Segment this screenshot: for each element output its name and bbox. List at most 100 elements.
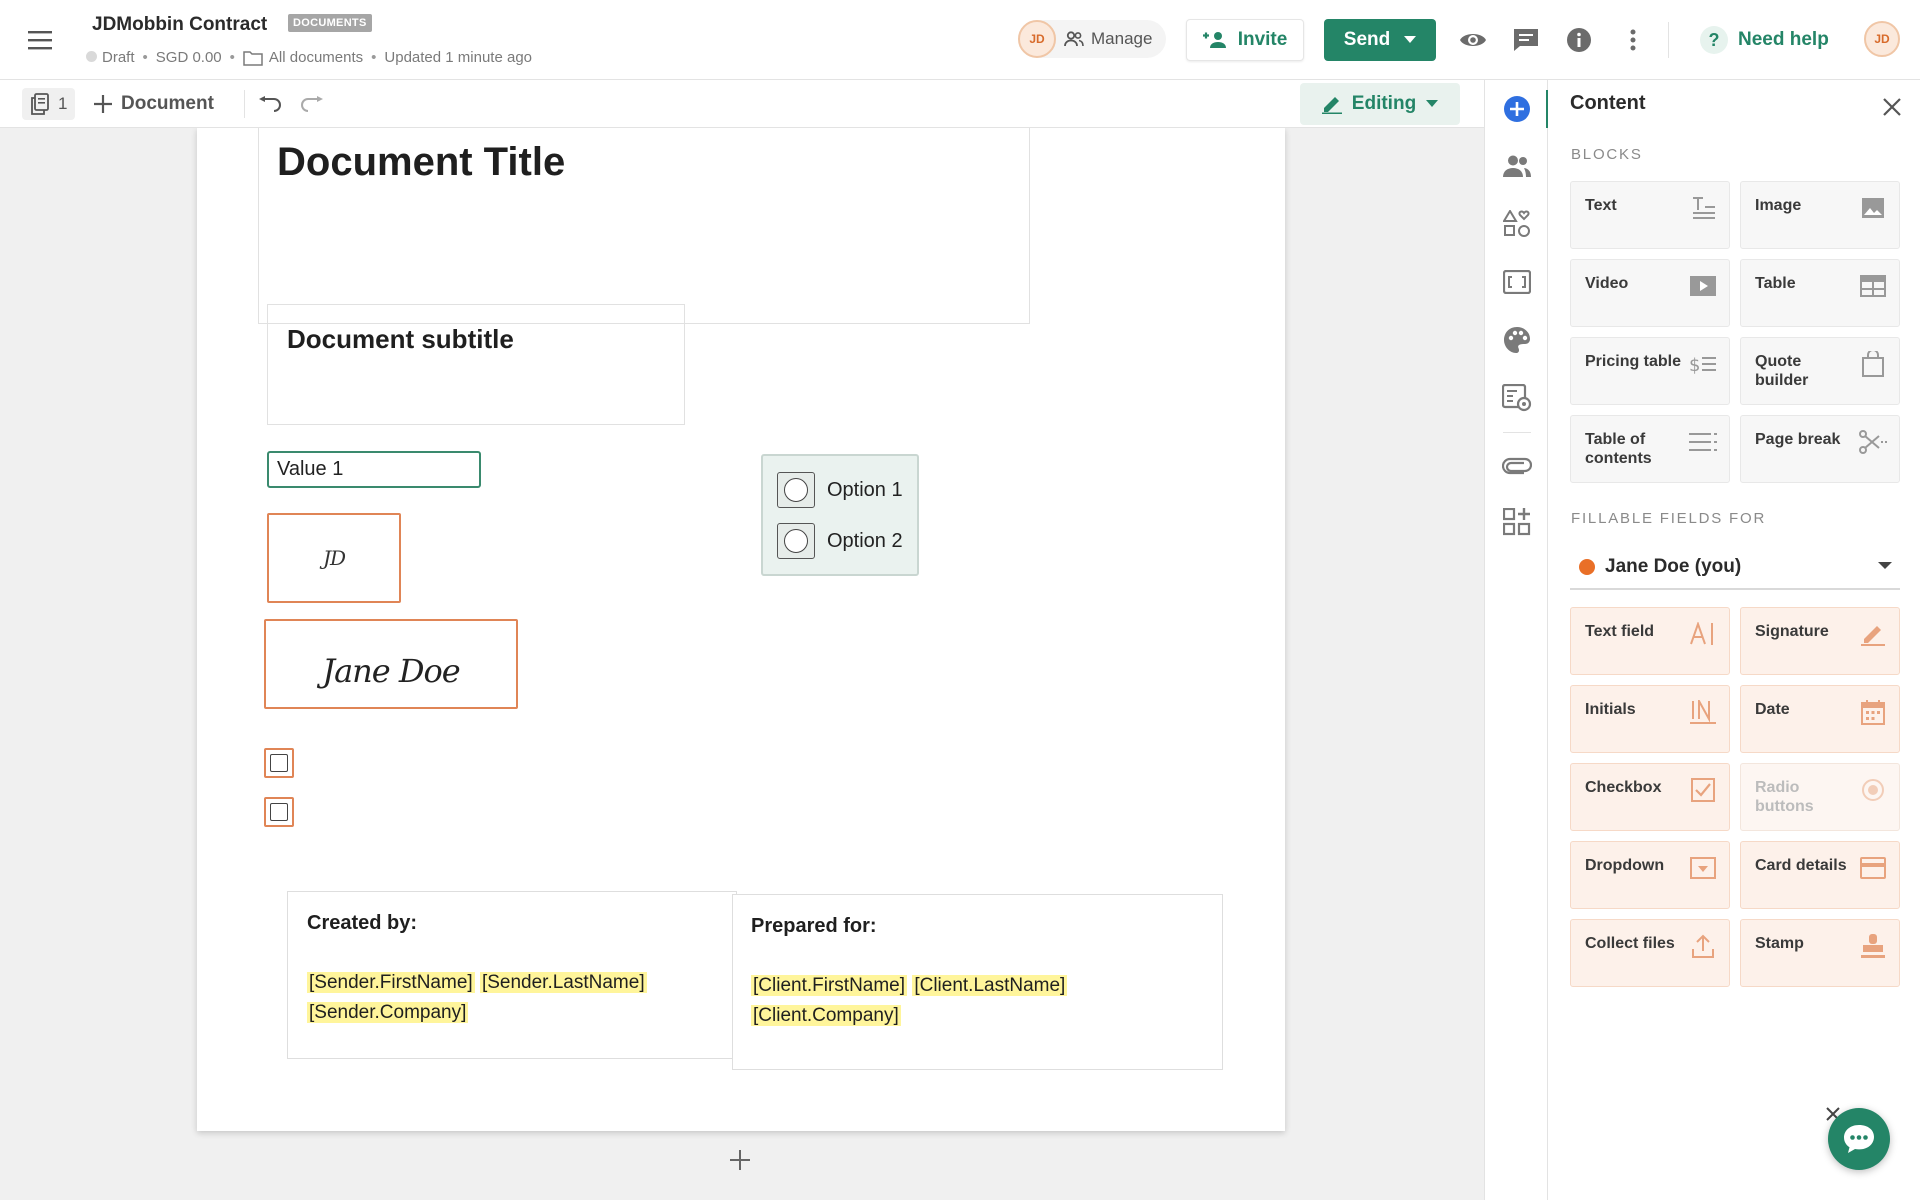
collect-files-icon: [1689, 932, 1717, 960]
block-text[interactable]: Text: [1570, 181, 1730, 249]
people-icon: [1064, 31, 1084, 47]
updated-time: Updated 1 minute ago: [384, 49, 533, 66]
radio-option-label: Option 1: [827, 478, 903, 501]
checkbox-field[interactable]: [264, 797, 294, 827]
shapes-icon[interactable]: [1499, 206, 1535, 242]
card-details-icon: [1859, 854, 1887, 882]
menu-icon[interactable]: [24, 24, 56, 56]
document-meta: Draft • SGD 0.00 • All documents • Updat…: [86, 49, 532, 66]
block-pricing-table[interactable]: Pricing table $: [1570, 337, 1730, 405]
close-icon[interactable]: [1878, 93, 1906, 121]
tile-label: Checkbox: [1585, 779, 1662, 796]
chat-icon[interactable]: [1828, 1108, 1890, 1170]
text-icon: [1689, 194, 1717, 222]
radio-button[interactable]: [777, 472, 815, 508]
subtitle-block[interactable]: [267, 304, 685, 425]
field-dropdown[interactable]: Dropdown: [1570, 841, 1730, 909]
apps-icon[interactable]: [1499, 504, 1535, 540]
add-icon[interactable]: [1499, 91, 1535, 127]
radio-option-1[interactable]: Option 1: [777, 472, 903, 508]
manage-button[interactable]: Manage: [1064, 29, 1152, 49]
tile-label: Text field: [1585, 623, 1655, 640]
recipient-name: Jane Doe (you): [1605, 556, 1742, 577]
field-card-details[interactable]: Card details: [1740, 841, 1900, 909]
client-company-line: [Client.Company]: [751, 1005, 901, 1027]
pages-button[interactable]: 1: [22, 88, 76, 120]
created-by-heading: Created by:: [307, 912, 418, 934]
field-text-field[interactable]: Text field: [1570, 607, 1730, 675]
radio-option-2[interactable]: Option 2: [777, 523, 903, 559]
radio-buttons-field: Option 1 Option 2: [761, 454, 919, 576]
field-collect-files[interactable]: Collect files: [1570, 919, 1730, 987]
field-stamp[interactable]: Stamp: [1740, 919, 1900, 987]
variables-icon[interactable]: [1499, 264, 1535, 300]
document-subtitle[interactable]: Document subtitle: [287, 324, 514, 355]
divider: [1503, 432, 1531, 433]
block-table-of-contents[interactable]: Table of contents: [1570, 415, 1730, 483]
document-name[interactable]: JDMobbin Contract: [92, 14, 267, 36]
checkbox-field[interactable]: [264, 748, 294, 778]
tile-label: Stamp: [1755, 935, 1804, 952]
tile-label: Table of contents: [1585, 431, 1652, 467]
editing-mode-label: Editing: [1351, 93, 1417, 114]
undo-icon[interactable]: [254, 88, 286, 120]
tile-label: Pricing table: [1585, 353, 1682, 370]
stamp-icon: [1859, 932, 1887, 960]
redo-icon[interactable]: [296, 88, 328, 120]
separator: •: [142, 49, 148, 66]
send-button[interactable]: Send: [1324, 19, 1436, 61]
created-by-block[interactable]: Created by: [Sender.FirstName] [Sender.L…: [287, 891, 737, 1059]
radio-button[interactable]: [777, 523, 815, 559]
invite-button[interactable]: Invite: [1186, 19, 1304, 61]
field-signature[interactable]: Signature: [1740, 607, 1900, 675]
document-page: Document Title Document subtitle JD Jane…: [197, 128, 1285, 1131]
page-break-icon: [1859, 428, 1887, 456]
more-options-icon[interactable]: [1615, 22, 1651, 58]
table-icon: [1859, 272, 1887, 300]
block-quote-builder[interactable]: Quote builder: [1740, 337, 1900, 405]
signature-value: Jane Doe: [322, 652, 460, 690]
settings-icon[interactable]: [1499, 380, 1535, 416]
caret-down-icon: [1426, 100, 1439, 107]
add-page-icon[interactable]: [728, 1148, 752, 1172]
sender-company-variable: [Sender.Company]: [307, 1002, 469, 1023]
tile-label: Quote builder: [1755, 353, 1809, 389]
date-icon: [1859, 698, 1887, 726]
field-radio-buttons[interactable]: Radio buttons: [1740, 763, 1900, 831]
block-video[interactable]: Video: [1570, 259, 1730, 327]
side-rail: [1484, 80, 1549, 1200]
recipients-icon[interactable]: [1499, 148, 1535, 184]
field-initials[interactable]: Initials: [1570, 685, 1730, 753]
field-checkbox[interactable]: Checkbox: [1570, 763, 1730, 831]
comments-icon[interactable]: [1508, 22, 1544, 58]
editing-mode-dropdown[interactable]: Editing: [1300, 83, 1460, 125]
help-icon: ?: [1700, 26, 1728, 54]
add-document-button[interactable]: Document: [94, 88, 214, 120]
info-icon[interactable]: [1561, 22, 1597, 58]
block-page-break[interactable]: Page break: [1740, 415, 1900, 483]
signature-field[interactable]: Jane Doe: [264, 619, 518, 709]
initials-field[interactable]: JD: [267, 513, 401, 603]
folder-link[interactable]: All documents: [243, 49, 363, 66]
help-button[interactable]: ? Need help: [1700, 22, 1829, 58]
field-date[interactable]: Date: [1740, 685, 1900, 753]
text-field-input[interactable]: [267, 451, 481, 488]
divider: [244, 90, 245, 118]
recipient-select[interactable]: Jane Doe (you): [1570, 546, 1900, 590]
client-last-name-variable: [Client.LastName]: [912, 975, 1068, 996]
preview-icon[interactable]: [1455, 22, 1491, 58]
avatar[interactable]: JD: [1018, 20, 1056, 58]
attachment-icon[interactable]: [1499, 448, 1535, 484]
block-table[interactable]: Table: [1740, 259, 1900, 327]
block-image[interactable]: Image: [1740, 181, 1900, 249]
add-document-label: Document: [121, 93, 214, 114]
prepared-for-block[interactable]: Prepared for: [Client.FirstName] [Client…: [732, 894, 1223, 1070]
user-avatar[interactable]: JD: [1864, 21, 1900, 57]
theme-icon[interactable]: [1499, 322, 1535, 358]
initials-value: JD: [322, 546, 346, 570]
panel-title: Content: [1570, 92, 1646, 114]
document-title[interactable]: Document Title: [277, 140, 565, 185]
tile-label: Image: [1755, 197, 1802, 214]
separator: •: [229, 49, 235, 66]
prepared-for-heading: Prepared for:: [751, 915, 877, 937]
